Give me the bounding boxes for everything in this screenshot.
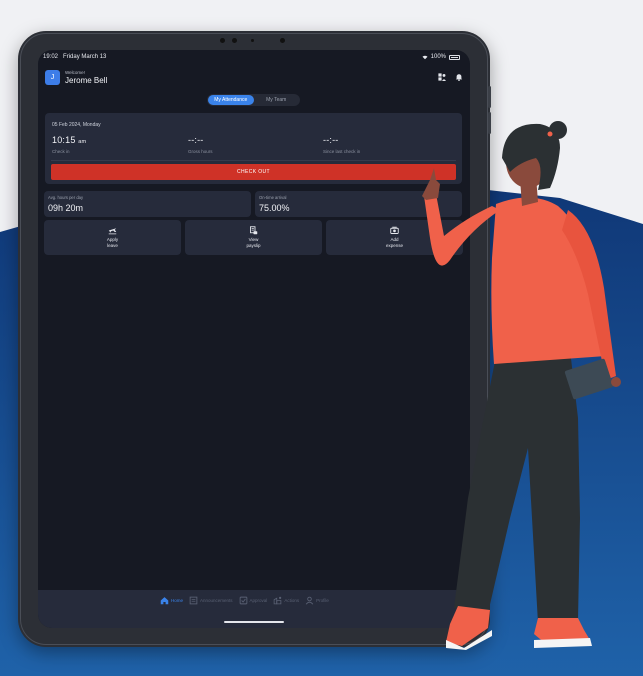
add-expense-label: Add expense: [385, 237, 403, 248]
home-indicator: [224, 621, 284, 623]
attendance-team-toggle: My Attendance My Team: [207, 94, 300, 106]
view-payslip-label: View payslip: [246, 237, 261, 248]
check-in-label: Check in: [52, 149, 70, 154]
plane-icon: [108, 228, 117, 235]
check-in-time: 10:15: [52, 135, 76, 145]
status-bar: 19:02 Friday March 13 100%: [38, 50, 470, 64]
avg-hours-value: 09h 20m: [48, 203, 84, 213]
volume-button: [488, 86, 491, 108]
person-illustration: [422, 121, 621, 650]
gross-hours-metric: --:-- Gross hours: [188, 135, 308, 154]
avg-hours-label: Avg. hours per day: [48, 195, 84, 200]
switch-user-icon[interactable]: [438, 73, 446, 81]
camera-dot: [220, 38, 225, 43]
apply-leave-label: Apply leave: [106, 237, 119, 248]
nav-actions-label: Actions: [284, 598, 300, 603]
nav-approval-label: Approval: [249, 598, 268, 603]
avatar[interactable]: J: [45, 69, 60, 85]
status-date: Friday March 13: [63, 54, 107, 60]
check-out-button[interactable]: CHECK OUT: [51, 164, 456, 180]
attendance-card: 05 Feb 2024, Monday 10:15 am Check in --…: [45, 113, 462, 184]
expense-icon: [390, 226, 399, 234]
tab-my-team[interactable]: My Team: [254, 95, 300, 105]
bell-icon[interactable]: [455, 73, 463, 81]
attendance-date: 05 Feb 2024, Monday: [52, 122, 101, 128]
gross-hours-label: Gross hours: [188, 149, 213, 154]
home-icon: [160, 597, 169, 605]
actions-icon: [274, 596, 282, 605]
announcement-icon: [189, 596, 198, 605]
welcome-text: Welcome!: [65, 69, 85, 75]
nav-home-label: Home: [171, 598, 184, 603]
nav-profile[interactable]: Profile: [305, 596, 329, 605]
camera-dot: [280, 38, 285, 43]
check-in-metric: 10:15 am Check in: [52, 135, 172, 154]
user-name: Jerome Bell: [65, 75, 108, 85]
profile-icon: [305, 596, 314, 605]
nav-announcements-label: Announcements: [200, 598, 233, 603]
app-screen: 19:02 Friday March 13 100% J Welcome! Je…: [38, 50, 470, 628]
status-time: 19:02: [43, 54, 59, 60]
nav-actions[interactable]: Actions: [273, 596, 299, 605]
check-in-suffix: am: [78, 139, 87, 145]
camera-dot: [251, 39, 254, 42]
approval-icon: [239, 596, 247, 605]
wifi-icon: [422, 55, 428, 59]
battery-percent: 100%: [430, 54, 446, 60]
apply-leave-button[interactable]: Apply leave: [44, 220, 181, 255]
on-time-value: 75.00%: [259, 203, 290, 213]
gross-hours-value: --:--: [188, 135, 204, 145]
bottom-navigation: Home Announcements Approval Actions Prof…: [38, 590, 470, 628]
battery-icon: [449, 54, 460, 60]
nav-announcements[interactable]: Announcements: [189, 596, 233, 605]
on-time-label: On-time arrival: [259, 195, 287, 200]
card-divider: [51, 160, 456, 161]
tab-my-attendance[interactable]: My Attendance: [208, 95, 254, 105]
date-day: Monday: [81, 122, 101, 128]
date-bold: 05 Feb 2024,: [52, 122, 82, 128]
camera-dot: [232, 38, 237, 43]
avg-hours-card: Avg. hours per day 09h 20m: [44, 191, 251, 217]
nav-home[interactable]: Home: [160, 596, 183, 605]
nav-approval[interactable]: Approval: [239, 596, 268, 605]
nav-profile-label: Profile: [316, 598, 329, 603]
view-payslip-button[interactable]: View payslip: [185, 220, 322, 255]
payslip-icon: [250, 226, 258, 235]
app-header: J Welcome! Jerome Bell: [38, 64, 470, 90]
